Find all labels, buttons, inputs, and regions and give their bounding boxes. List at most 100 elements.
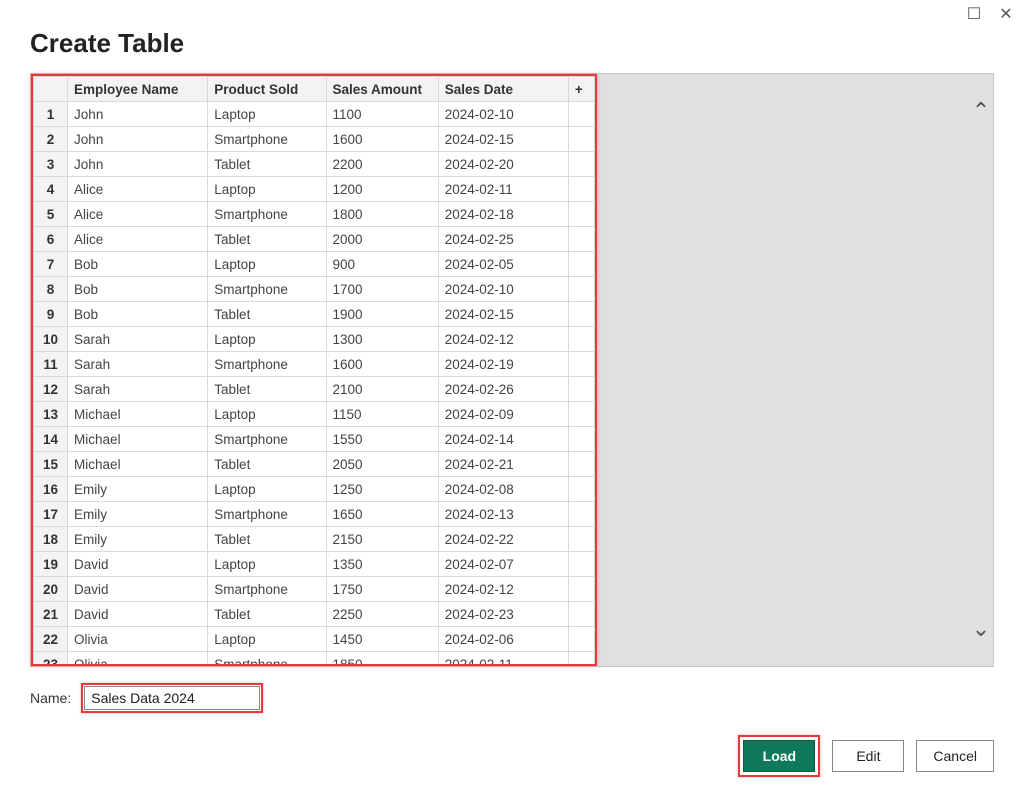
- cell-amount[interactable]: 2050: [326, 452, 438, 477]
- col-header-date[interactable]: Sales Date: [438, 77, 568, 102]
- cell-amount[interactable]: 1600: [326, 127, 438, 152]
- cell-amount[interactable]: 1600: [326, 352, 438, 377]
- table-row[interactable]: 3JohnTablet22002024-02-20: [34, 152, 595, 177]
- cell-amount[interactable]: 1300: [326, 327, 438, 352]
- cell-date[interactable]: 2024-02-23: [438, 602, 568, 627]
- cell-product[interactable]: Laptop: [208, 627, 326, 652]
- cell-product[interactable]: Laptop: [208, 552, 326, 577]
- cell-amount[interactable]: 1700: [326, 277, 438, 302]
- cell-date[interactable]: 2024-02-15: [438, 127, 568, 152]
- cell-date[interactable]: 2024-02-11: [438, 177, 568, 202]
- cell-employee[interactable]: Sarah: [68, 327, 208, 352]
- table-row[interactable]: 20DavidSmartphone17502024-02-12: [34, 577, 595, 602]
- cell-product[interactable]: Tablet: [208, 527, 326, 552]
- cell-employee[interactable]: Bob: [68, 277, 208, 302]
- cell-amount[interactable]: 1550: [326, 427, 438, 452]
- cell-amount[interactable]: 2250: [326, 602, 438, 627]
- table-row[interactable]: 9BobTablet19002024-02-15: [34, 302, 595, 327]
- cell-date[interactable]: 2024-02-09: [438, 402, 568, 427]
- table-row[interactable]: 4AliceLaptop12002024-02-11: [34, 177, 595, 202]
- cell-employee[interactable]: Michael: [68, 427, 208, 452]
- cell-employee[interactable]: Sarah: [68, 377, 208, 402]
- cell-date[interactable]: 2024-02-07: [438, 552, 568, 577]
- table-row[interactable]: 19DavidLaptop13502024-02-07: [34, 552, 595, 577]
- cell-date[interactable]: 2024-02-20: [438, 152, 568, 177]
- cell-product[interactable]: Tablet: [208, 227, 326, 252]
- cell-product[interactable]: Smartphone: [208, 127, 326, 152]
- cell-product[interactable]: Laptop: [208, 102, 326, 127]
- col-header-amount[interactable]: Sales Amount: [326, 77, 438, 102]
- cell-date[interactable]: 2024-02-11: [438, 652, 568, 667]
- cell-product[interactable]: Laptop: [208, 252, 326, 277]
- data-grid[interactable]: Employee Name Product Sold Sales Amount …: [33, 76, 595, 666]
- table-name-input[interactable]: [84, 686, 260, 710]
- cell-product[interactable]: Tablet: [208, 452, 326, 477]
- table-row[interactable]: 13MichaelLaptop11502024-02-09: [34, 402, 595, 427]
- cell-employee[interactable]: Alice: [68, 202, 208, 227]
- cell-date[interactable]: 2024-02-26: [438, 377, 568, 402]
- edit-button[interactable]: Edit: [832, 740, 904, 772]
- cell-date[interactable]: 2024-02-12: [438, 327, 568, 352]
- cell-date[interactable]: 2024-02-08: [438, 477, 568, 502]
- close-button[interactable]: ✕: [996, 4, 1016, 24]
- cell-amount[interactable]: 1250: [326, 477, 438, 502]
- cell-product[interactable]: Smartphone: [208, 502, 326, 527]
- cell-date[interactable]: 2024-02-15: [438, 302, 568, 327]
- vertical-scrollbar[interactable]: ⌃ ⌄: [969, 74, 993, 666]
- cell-employee[interactable]: Michael: [68, 402, 208, 427]
- cell-product[interactable]: Laptop: [208, 177, 326, 202]
- cell-employee[interactable]: Bob: [68, 302, 208, 327]
- cell-product[interactable]: Tablet: [208, 377, 326, 402]
- cell-employee[interactable]: Olivia: [68, 652, 208, 667]
- cell-product[interactable]: Tablet: [208, 302, 326, 327]
- cell-date[interactable]: 2024-02-25: [438, 227, 568, 252]
- cell-employee[interactable]: Alice: [68, 177, 208, 202]
- table-row[interactable]: 12SarahTablet21002024-02-26: [34, 377, 595, 402]
- cell-product[interactable]: Laptop: [208, 327, 326, 352]
- cell-date[interactable]: 2024-02-18: [438, 202, 568, 227]
- scroll-up-icon[interactable]: ⌃: [972, 100, 990, 122]
- table-row[interactable]: 21DavidTablet22502024-02-23: [34, 602, 595, 627]
- table-row[interactable]: 17EmilySmartphone16502024-02-13: [34, 502, 595, 527]
- cell-employee[interactable]: Sarah: [68, 352, 208, 377]
- cell-product[interactable]: Smartphone: [208, 352, 326, 377]
- table-row[interactable]: 22OliviaLaptop14502024-02-06: [34, 627, 595, 652]
- cell-product[interactable]: Laptop: [208, 402, 326, 427]
- cell-amount[interactable]: 1450: [326, 627, 438, 652]
- cell-date[interactable]: 2024-02-10: [438, 277, 568, 302]
- cell-employee[interactable]: Emily: [68, 527, 208, 552]
- cell-employee[interactable]: John: [68, 152, 208, 177]
- table-row[interactable]: 7BobLaptop9002024-02-05: [34, 252, 595, 277]
- cell-amount[interactable]: 1650: [326, 502, 438, 527]
- table-row[interactable]: 18EmilyTablet21502024-02-22: [34, 527, 595, 552]
- table-row[interactable]: 1JohnLaptop11002024-02-10: [34, 102, 595, 127]
- table-row[interactable]: 10SarahLaptop13002024-02-12: [34, 327, 595, 352]
- cell-amount[interactable]: 1100: [326, 102, 438, 127]
- col-header-employee[interactable]: Employee Name: [68, 77, 208, 102]
- cell-product[interactable]: Smartphone: [208, 427, 326, 452]
- scroll-down-icon[interactable]: ⌄: [972, 618, 990, 640]
- cell-amount[interactable]: 1750: [326, 577, 438, 602]
- cell-employee[interactable]: John: [68, 127, 208, 152]
- table-row[interactable]: 11SarahSmartphone16002024-02-19: [34, 352, 595, 377]
- cancel-button[interactable]: Cancel: [916, 740, 994, 772]
- cell-date[interactable]: 2024-02-14: [438, 427, 568, 452]
- table-row[interactable]: 15MichaelTablet20502024-02-21: [34, 452, 595, 477]
- maximize-button[interactable]: ☐: [964, 4, 984, 24]
- cell-employee[interactable]: Olivia: [68, 627, 208, 652]
- cell-product[interactable]: Tablet: [208, 152, 326, 177]
- cell-employee[interactable]: Bob: [68, 252, 208, 277]
- cell-date[interactable]: 2024-02-19: [438, 352, 568, 377]
- cell-date[interactable]: 2024-02-21: [438, 452, 568, 477]
- cell-employee[interactable]: David: [68, 552, 208, 577]
- cell-amount[interactable]: 2150: [326, 527, 438, 552]
- cell-employee[interactable]: David: [68, 577, 208, 602]
- cell-amount[interactable]: 2200: [326, 152, 438, 177]
- load-button[interactable]: Load: [743, 740, 815, 772]
- table-row[interactable]: 6AliceTablet20002024-02-25: [34, 227, 595, 252]
- cell-amount[interactable]: 2000: [326, 227, 438, 252]
- col-header-product[interactable]: Product Sold: [208, 77, 326, 102]
- table-row[interactable]: 23OliviaSmartphone18502024-02-11: [34, 652, 595, 667]
- cell-date[interactable]: 2024-02-12: [438, 577, 568, 602]
- cell-amount[interactable]: 1900: [326, 302, 438, 327]
